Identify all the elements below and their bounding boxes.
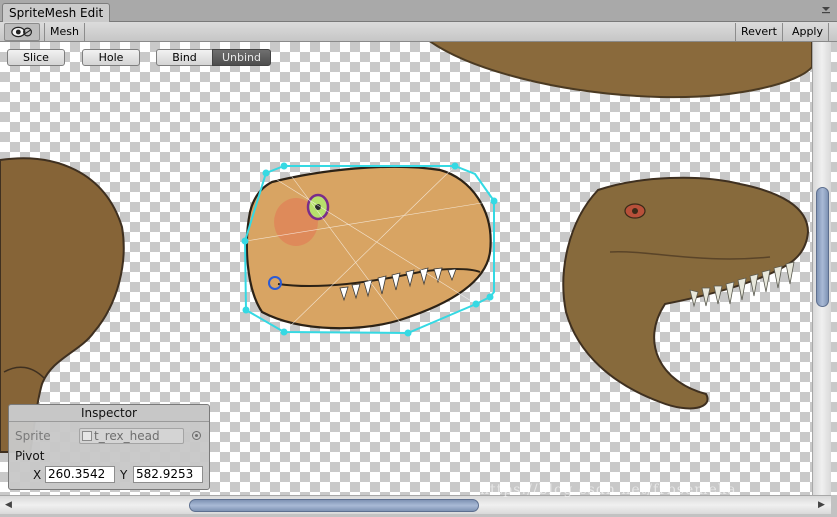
unbind-button[interactable]: Unbind <box>212 49 271 66</box>
bind-button[interactable]: Bind <box>156 49 213 66</box>
scroll-left-icon[interactable]: ◀ <box>5 500 12 510</box>
pivot-y-label: Y <box>120 468 128 482</box>
sprite-value: t_rex_head <box>94 429 160 443</box>
mesh-tab[interactable]: Mesh <box>44 23 85 41</box>
sprite-field[interactable]: t_rex_head <box>79 428 184 444</box>
scroll-right-icon[interactable]: ▶ <box>818 500 825 510</box>
vertical-scroll-thumb[interactable] <box>816 187 829 307</box>
apply-button[interactable]: Apply <box>787 23 829 41</box>
hole-button[interactable]: Hole <box>82 49 140 66</box>
window-tab-strip: SpriteMesh Edit <box>0 0 837 23</box>
dino-body-top <box>429 42 812 99</box>
sprite-label: Sprite <box>15 429 51 443</box>
horizontal-scroll-thumb[interactable] <box>189 499 479 512</box>
watermark-text: https://blog.csdn.net/frbsemeka <box>480 482 737 498</box>
revert-button[interactable]: Revert <box>734 23 783 41</box>
pivot-x-label: X <box>33 468 42 482</box>
eye-icon <box>11 26 33 38</box>
pivot-label: Pivot <box>15 449 45 463</box>
sprite-asset-icon <box>82 431 92 441</box>
object-picker-icon[interactable] <box>192 431 201 440</box>
tab-menu-icon[interactable] <box>821 6 831 14</box>
vertical-scrollbar[interactable] <box>812 42 831 495</box>
dino-head-selected <box>245 165 492 330</box>
dino-head-right <box>562 176 810 410</box>
inspector-title: Inspector <box>9 405 209 422</box>
visibility-toggle[interactable] <box>4 23 40 41</box>
slice-button[interactable]: Slice <box>7 49 65 66</box>
window-tab[interactable]: SpriteMesh Edit <box>2 3 111 23</box>
pivot-x-field[interactable]: 260.3542 <box>45 466 115 483</box>
inspector-panel: Inspector Sprite t_rex_head Pivot X 260.… <box>8 404 210 490</box>
toolbar: Mesh Revert Apply <box>0 22 837 42</box>
pivot-y-field[interactable]: 582.9253 <box>133 466 203 483</box>
scroll-corner <box>831 495 837 517</box>
